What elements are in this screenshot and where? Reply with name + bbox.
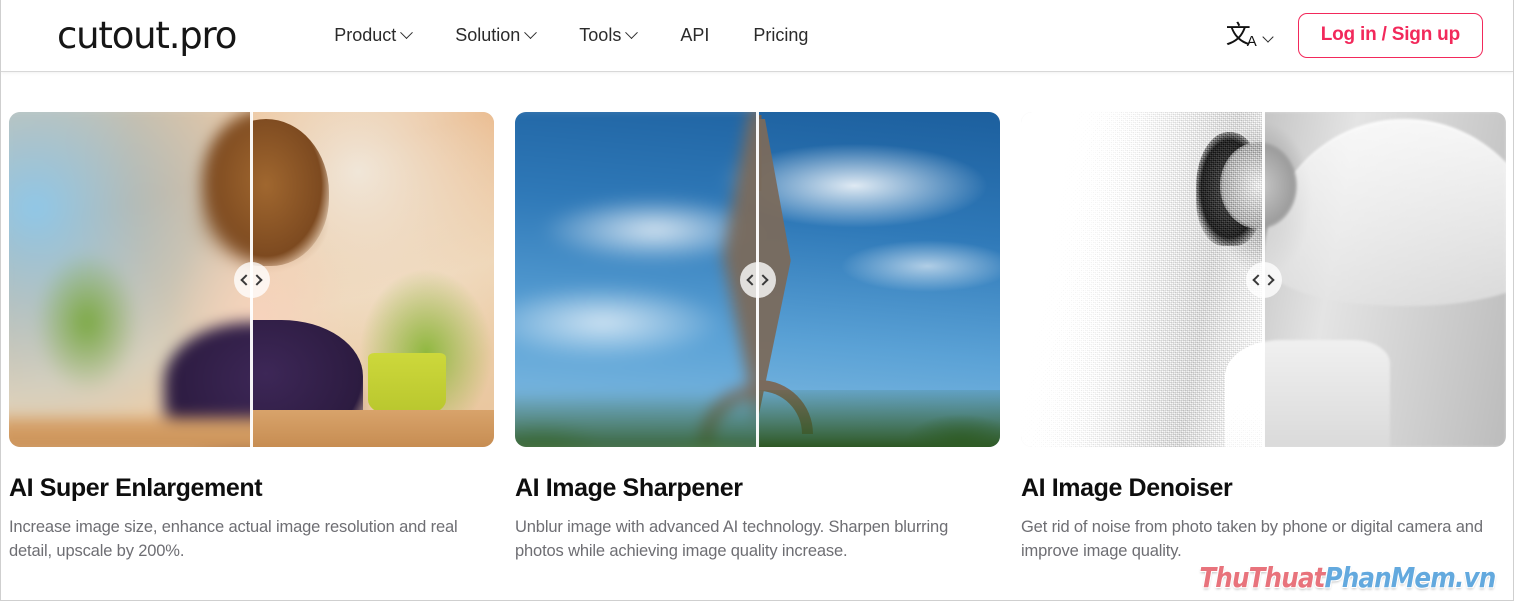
chevron-down-icon [625,26,639,40]
site-header: cutout.pro Product Solution Tools API Pr… [1,0,1513,71]
tool-card-ai-image-denoiser[interactable]: AI Image Denoiser Get rid of noise from … [1021,112,1506,564]
nav-label-solution: Solution [455,25,521,45]
header-actions: 文A Log in / Sign up [1226,13,1483,58]
scene-girl-before [9,112,252,447]
translate-icon: 文A [1226,22,1257,49]
nav-item-pricing[interactable]: Pricing [731,25,830,46]
scene-umbrella-after [1263,112,1506,447]
chevron-right-icon [251,273,263,286]
chevron-down-icon [1262,31,1274,43]
after-image-1 [251,112,494,447]
page-root: cutout.pro Product Solution Tools API Pr… [0,0,1514,601]
watermark-part-2: PhanMem.vn [1324,561,1496,594]
comparison-slider-handle[interactable] [1245,261,1282,298]
card-title: AI Image Sharpener [515,474,743,502]
chevron-down-icon [400,26,414,40]
before-after-comparison-3[interactable] [1021,112,1506,447]
card-description: Unblur image with advanced AI technology… [515,518,949,560]
before-after-comparison-1[interactable] [9,112,494,447]
nav-item-tools[interactable]: Tools [557,25,658,46]
chevron-right-icon [757,273,769,286]
tool-card-ai-image-sharpener[interactable]: AI Image Sharpener Unblur image with adv… [515,112,1000,564]
after-image-3 [1263,112,1506,447]
comparison-slider-handle[interactable] [739,261,776,298]
chevron-right-icon [1263,273,1275,286]
login-signup-button[interactable]: Log in / Sign up [1297,13,1483,58]
nav-label-pricing: Pricing [753,25,809,45]
before-image-2 [515,112,758,447]
nav-label-tools: Tools [579,25,622,45]
card-description: Increase image size, enhance actual imag… [9,518,458,560]
card-description: Get rid of noise from photo taken by pho… [1021,518,1483,560]
scene-umbrella-before [1021,112,1264,447]
card-title: AI Super Enlargement [9,474,263,502]
nav-label-api: API [680,25,710,45]
scene-eiffel-after [757,112,1000,447]
tool-card-ai-super-enlargement[interactable]: AI Super Enlargement Increase image size… [9,112,494,564]
language-selector[interactable]: 文A [1226,22,1274,49]
chevron-down-icon [524,26,538,40]
nav-label-product: Product [334,25,397,45]
site-watermark: ThuThuatPhanMem.vn [1199,561,1496,594]
nav-item-api[interactable]: API [658,25,731,46]
watermark-part-1: ThuThuat [1199,561,1325,594]
nav-item-product[interactable]: Product [334,25,433,46]
site-logo[interactable]: cutout.pro [57,17,237,54]
main-navigation: Product Solution Tools API Pricing [334,25,830,46]
before-after-comparison-2[interactable] [515,112,1000,447]
scene-eiffel-before [515,112,758,447]
translate-glyph-latin: A [1246,33,1257,50]
card-title: AI Image Denoiser [1021,474,1233,502]
tool-card-grid: AI Super Enlargement Increase image size… [1,71,1513,564]
comparison-slider-handle[interactable] [233,261,270,298]
before-image-1 [9,112,252,447]
before-image-3 [1021,112,1264,447]
nav-item-solution[interactable]: Solution [433,25,557,46]
scene-girl-after [251,112,494,447]
after-image-2 [757,112,1000,447]
